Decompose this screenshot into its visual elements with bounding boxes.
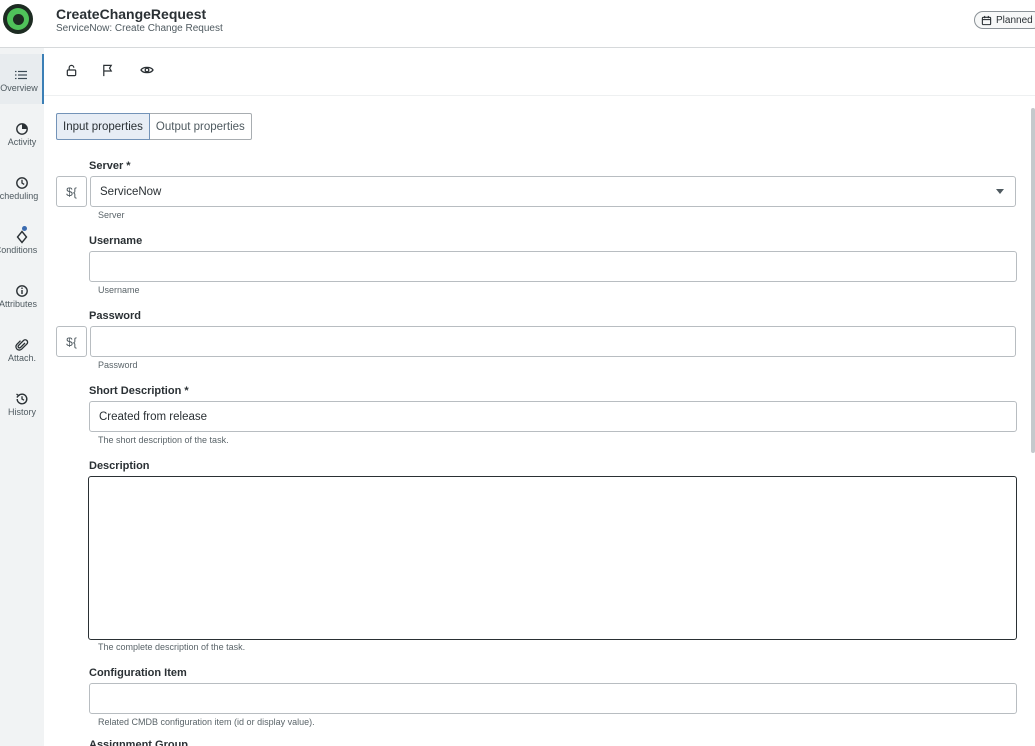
app-logo[interactable]: [3, 4, 33, 34]
server-select-value: ServiceNow: [100, 185, 162, 198]
username-field[interactable]: [89, 251, 1017, 282]
username-label: Username: [89, 235, 143, 247]
sidebar-item-activity[interactable]: Activity: [0, 108, 44, 158]
sidebar-item-label: Overview: [0, 83, 38, 93]
short-description-field[interactable]: Created from release: [89, 401, 1017, 432]
flag-button[interactable]: [97, 60, 117, 80]
diamond-icon: [16, 230, 28, 244]
password-label: Password: [89, 310, 141, 322]
sidebar-item-attributes[interactable]: Attributes: [0, 270, 44, 320]
calendar-icon: [981, 15, 992, 25]
chevron-down-icon: [996, 189, 1004, 194]
description-textarea[interactable]: [88, 476, 1017, 640]
configuration-item-field[interactable]: [89, 683, 1017, 714]
sidebar-item-label: Activity: [7, 137, 37, 147]
sidebar-item-label: Conditions: [0, 245, 38, 255]
server-variable-button[interactable]: ${: [56, 176, 87, 207]
scrollbar-thumb[interactable]: [1031, 108, 1035, 453]
status-label: Planned: [996, 14, 1033, 26]
configuration-item-label: Configuration Item: [89, 667, 187, 679]
assignment-group-label: Assignment Group: [89, 739, 189, 746]
server-select[interactable]: ServiceNow: [90, 176, 1016, 207]
short-description-helper: The short description of the task.: [98, 435, 229, 445]
sidebar-item-attachments[interactable]: Attach.: [0, 324, 44, 374]
list-icon: [15, 70, 27, 80]
description-helper: The complete description of the task.: [98, 642, 246, 652]
watch-button[interactable]: [137, 60, 157, 80]
description-label: Description: [89, 460, 150, 472]
history-icon: [16, 393, 28, 405]
unlock-button[interactable]: [61, 60, 81, 80]
password-field[interactable]: [90, 326, 1016, 357]
eye-icon: [140, 66, 154, 74]
page-subtitle: ServiceNow: Create Change Request: [56, 23, 223, 34]
server-label: Server *: [89, 160, 131, 172]
app-header: CreateChangeRequest ServiceNow: Create C…: [0, 0, 1035, 48]
info-icon: [16, 285, 28, 297]
sidebar-item-label: History: [7, 407, 36, 417]
tab-input-properties[interactable]: Input properties: [56, 113, 150, 140]
sidebar-item-scheduling[interactable]: Scheduling: [0, 162, 44, 212]
activity-icon: [16, 123, 28, 135]
task-toolbar: [44, 48, 1035, 96]
paperclip-icon: [15, 339, 29, 351]
sidebar-item-label: Scheduling: [0, 191, 39, 201]
username-helper: Username: [98, 285, 140, 295]
sidebar: Overview Activity Scheduling Conditions …: [0, 48, 44, 746]
sidebar-item-conditions[interactable]: Conditions: [0, 216, 44, 266]
properties-tabs: Input properties Output properties: [56, 113, 252, 140]
notification-dot: [22, 226, 27, 231]
sidebar-item-label: Attributes: [0, 299, 38, 309]
flag-icon: [102, 64, 112, 76]
configuration-item-helper: Related CMDB configuration item (id or d…: [98, 717, 315, 727]
clock-icon: [16, 177, 28, 189]
tab-output-properties[interactable]: Output properties: [149, 113, 252, 140]
server-helper: Server: [98, 210, 125, 220]
sidebar-item-overview[interactable]: Overview: [0, 54, 44, 104]
sidebar-item-history[interactable]: History: [0, 378, 44, 428]
status-badge[interactable]: Planned: [974, 11, 1035, 29]
short-description-label: Short Description *: [89, 385, 189, 397]
unlock-icon: [66, 64, 76, 76]
page-title: CreateChangeRequest: [56, 6, 207, 22]
sidebar-item-label: Attach.: [7, 353, 36, 363]
password-helper: Password: [98, 360, 138, 370]
password-variable-button[interactable]: ${: [56, 326, 87, 357]
